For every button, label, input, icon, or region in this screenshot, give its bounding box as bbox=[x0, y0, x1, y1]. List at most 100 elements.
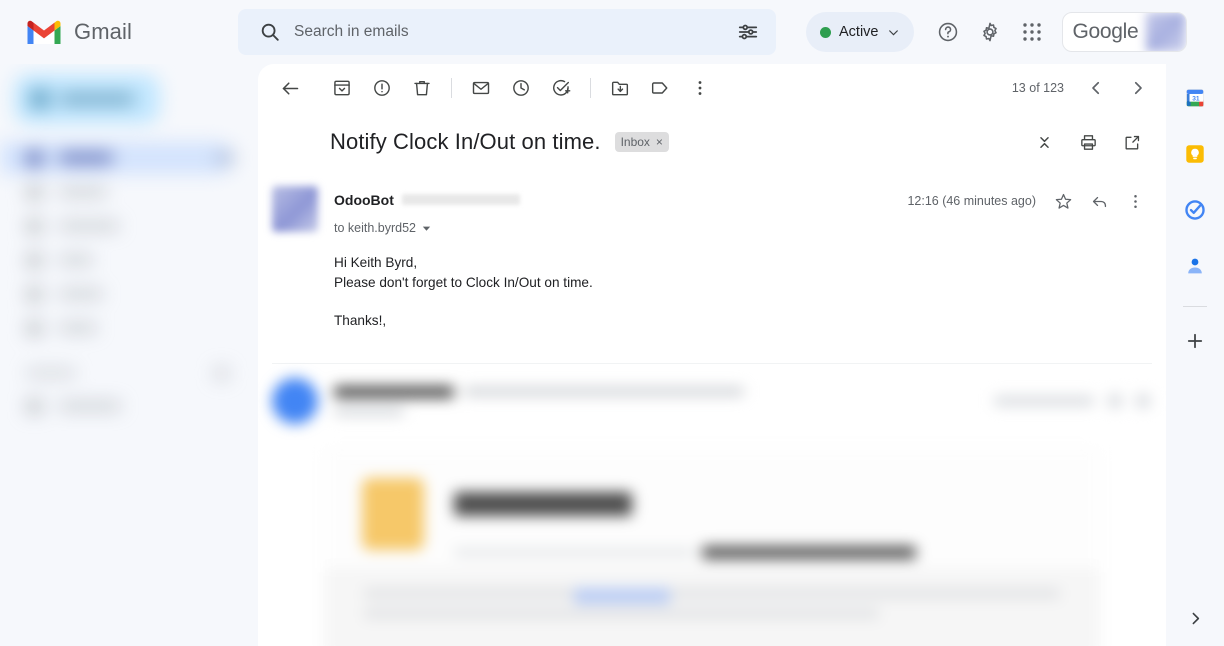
sender-line: OdooBot 12:16 (46 minutes ago) bbox=[334, 184, 1152, 218]
label-tag-icon[interactable] bbox=[640, 68, 680, 108]
search-input[interactable] bbox=[288, 23, 726, 41]
sidebar-item-label bbox=[59, 323, 97, 333]
google-calendar-icon[interactable]: 31 bbox=[1175, 78, 1215, 118]
inbox-icon bbox=[26, 150, 43, 166]
avatar-icon[interactable] bbox=[1146, 13, 1187, 51]
chevron-down-icon[interactable] bbox=[421, 223, 432, 234]
label-chip-text: Inbox bbox=[620, 135, 650, 149]
more-vertical-icon[interactable] bbox=[680, 68, 720, 108]
right-side-panel: 31 bbox=[1166, 64, 1224, 646]
message-snippet bbox=[464, 387, 744, 396]
sidebar-item-label-1[interactable] bbox=[0, 390, 234, 422]
sidebar-item-snoozed[interactable] bbox=[0, 210, 234, 242]
chevron-right-icon[interactable] bbox=[1175, 598, 1215, 638]
email-line-4: Thanks!, bbox=[334, 313, 387, 328]
compose-pencil-icon bbox=[30, 89, 50, 109]
reply-arrow-icon[interactable] bbox=[1136, 393, 1150, 408]
message-subline bbox=[334, 406, 404, 416]
star-icon[interactable] bbox=[1108, 393, 1122, 408]
back-arrow-icon[interactable] bbox=[270, 68, 310, 108]
sidebar-item-sent[interactable] bbox=[0, 244, 234, 276]
help-circle-icon[interactable] bbox=[928, 12, 968, 52]
sidebar-item-label bbox=[59, 289, 103, 299]
chevron-right-icon[interactable] bbox=[1118, 68, 1158, 108]
left-sidebar bbox=[0, 64, 258, 646]
brand: Gmail bbox=[0, 17, 238, 47]
sidebar-item-drafts[interactable] bbox=[0, 278, 234, 310]
clock-icon bbox=[26, 218, 43, 234]
google-contacts-icon[interactable] bbox=[1175, 246, 1215, 286]
promo-text-line bbox=[364, 607, 880, 619]
sidebar-section-labels[interactable] bbox=[0, 358, 258, 388]
mark-unread-envelope-icon[interactable] bbox=[461, 68, 501, 108]
message-collapsed[interactable] bbox=[258, 364, 1166, 434]
sidebar-blurred-content bbox=[0, 74, 258, 422]
label-chip-inbox[interactable]: Inbox × bbox=[614, 132, 669, 152]
sidebar-item-more[interactable] bbox=[0, 312, 234, 344]
gmail-app: Gmail Active bbox=[0, 0, 1224, 646]
chevron-down-icon bbox=[887, 26, 900, 39]
star-icon[interactable] bbox=[1046, 184, 1080, 218]
email-line-2: Please don't forget to Clock In/Out on t… bbox=[334, 274, 593, 290]
sender-name bbox=[334, 385, 454, 398]
gmail-logo-icon bbox=[24, 17, 64, 47]
message-timestamp: 12:16 (46 minutes ago) bbox=[907, 194, 1036, 208]
sidebar-item-inbox[interactable] bbox=[0, 142, 234, 174]
apps-grid-icon[interactable] bbox=[1012, 12, 1052, 52]
trash-icon[interactable] bbox=[402, 68, 442, 108]
promo-card[interactable] bbox=[324, 447, 1100, 646]
message-meta: 12:16 (46 minutes ago) bbox=[887, 184, 1152, 218]
search-bar[interactable] bbox=[238, 9, 776, 55]
google-account-chip[interactable]: Google bbox=[1061, 12, 1188, 52]
report-spam-icon[interactable] bbox=[362, 68, 402, 108]
search-options-icon[interactable] bbox=[728, 12, 768, 52]
snooze-clock-icon[interactable] bbox=[501, 68, 541, 108]
page-title: Notify Clock In/Out on time. bbox=[330, 129, 601, 154]
archive-icon[interactable] bbox=[322, 68, 362, 108]
add-plus-icon[interactable] bbox=[1175, 321, 1215, 361]
google-keep-icon[interactable] bbox=[1175, 134, 1215, 174]
promo-logo-icon bbox=[362, 477, 424, 550]
close-icon[interactable]: × bbox=[656, 135, 663, 149]
star-icon bbox=[26, 184, 43, 200]
google-tasks-icon[interactable] bbox=[1175, 190, 1215, 230]
sidebar-item-label bbox=[59, 401, 121, 411]
sidebar-item-count bbox=[216, 153, 234, 163]
email-line-1: Hi Keith Byrd, bbox=[334, 255, 418, 270]
collapsed-message-preview bbox=[334, 385, 978, 416]
gear-icon[interactable] bbox=[970, 12, 1010, 52]
email-blank-line bbox=[334, 292, 1152, 311]
promo-title bbox=[454, 491, 632, 516]
promo-header-text bbox=[454, 478, 1074, 559]
sidebar-item-starred[interactable] bbox=[0, 176, 234, 208]
more-vertical-icon[interactable] bbox=[1118, 184, 1152, 218]
print-icon[interactable] bbox=[1068, 122, 1108, 162]
search-icon[interactable] bbox=[252, 14, 288, 50]
toolbar-divider bbox=[590, 78, 591, 98]
collapse-all-icon[interactable] bbox=[1024, 122, 1064, 162]
recipient-line[interactable]: to keith.byrd52 bbox=[334, 221, 1152, 235]
sidebar-item-label bbox=[59, 153, 113, 163]
move-to-folder-icon[interactable] bbox=[600, 68, 640, 108]
status-active-button[interactable]: Active bbox=[806, 12, 914, 52]
add-label-icon[interactable] bbox=[213, 365, 230, 381]
compose-button[interactable] bbox=[14, 74, 160, 124]
open-in-new-window-icon[interactable] bbox=[1112, 122, 1152, 162]
avatar bbox=[272, 377, 318, 424]
sidebar-section-title bbox=[26, 368, 76, 378]
add-to-tasks-icon[interactable] bbox=[541, 68, 581, 108]
toolbar-divider bbox=[451, 78, 452, 98]
compose-label bbox=[60, 93, 134, 105]
calendar-day-number: 31 bbox=[1192, 95, 1200, 102]
recipient-text: to keith.byrd52 bbox=[334, 221, 416, 235]
pager-count: 13 of 123 bbox=[1011, 81, 1064, 95]
top-bar: Gmail Active bbox=[0, 0, 1224, 64]
collapsed-message-meta bbox=[994, 393, 1150, 408]
message-body: OdooBot 12:16 (46 minutes ago) to keith.… bbox=[318, 184, 1152, 331]
avatar[interactable] bbox=[272, 186, 318, 232]
reply-arrow-icon[interactable] bbox=[1082, 184, 1116, 218]
promo-link[interactable] bbox=[574, 587, 670, 604]
chevron-left-icon[interactable] bbox=[1076, 68, 1116, 108]
send-icon bbox=[26, 252, 43, 268]
subject-actions bbox=[1024, 122, 1152, 162]
